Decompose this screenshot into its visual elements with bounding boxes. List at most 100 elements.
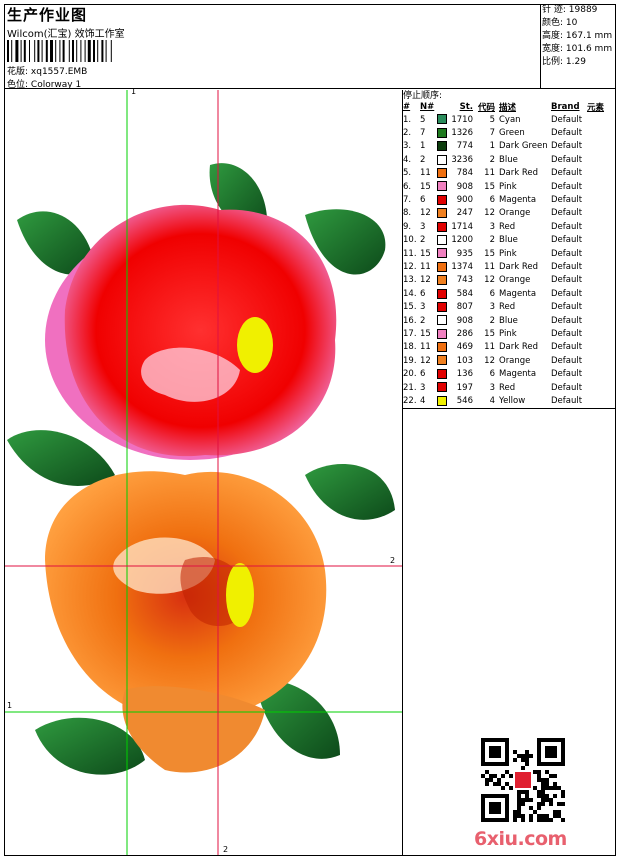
row-index: 5. (403, 168, 412, 179)
row-code: 3 (489, 221, 495, 232)
row-stitches: 1200 (451, 235, 473, 246)
table-row: 20. 6 136 6 Magenta Default (403, 367, 616, 380)
row-index: 1. (403, 114, 412, 125)
row-swatch (437, 140, 451, 153)
row-needle: 3 (420, 221, 426, 232)
row-element (587, 193, 616, 206)
row-brand: Default (551, 275, 583, 286)
red-peony (64, 204, 337, 457)
row-element (587, 260, 616, 273)
color-swatch (437, 368, 447, 379)
color-swatch (437, 261, 447, 272)
row-needle: 6 (420, 195, 426, 206)
row-code: 3 (489, 302, 495, 313)
row-swatch (437, 113, 451, 126)
info-panel: 停止顺序: # N# St. 代码 描述 Brand 元素 1. 5 1710 5 Cy… (403, 90, 616, 855)
row-desc: Blue (499, 315, 518, 326)
row-code: 15 (484, 181, 495, 192)
row-index: 7. (403, 195, 412, 206)
row-stitches: 1374 (451, 261, 473, 272)
row-desc: Yellow (499, 395, 526, 406)
row-swatch (437, 234, 451, 247)
row-index: 13. (403, 275, 417, 286)
guide-marker-left: 1 (7, 701, 13, 710)
table-row: 9. 3 1714 3 Red Default (403, 220, 616, 233)
col-code: 代码 (477, 102, 495, 113)
row-desc: Red (499, 382, 516, 393)
table-row: 7. 6 900 6 Magenta Default (403, 193, 616, 206)
row-stitches: 546 (456, 395, 473, 406)
table-row: 18. 11 469 11 Dark Red Default (403, 341, 616, 354)
row-index: 22. (403, 395, 417, 406)
pattern-label: 花版: (7, 67, 29, 77)
row-index: 11. (403, 248, 417, 259)
row-stitches: 900 (456, 195, 473, 206)
row-code: 3 (489, 382, 495, 393)
row-element (587, 341, 616, 354)
row-stitches: 908 (456, 315, 473, 326)
row-brand: Default (551, 168, 583, 179)
row-element (587, 327, 616, 340)
row-code: 1 (489, 141, 495, 152)
color-swatch (437, 248, 447, 259)
stop-sequence-rows: 1. 5 1710 5 Cyan Default 2. 7 1326 7 Green Default 3… (403, 113, 616, 408)
col-stitches: St. (459, 101, 473, 112)
table-header: # N# St. 代码 描述 Brand 元素 (403, 100, 616, 113)
row-element (587, 140, 616, 153)
row-swatch (437, 341, 451, 354)
embroidery-design (5, 90, 402, 855)
stop-sequence-table: # N# St. 代码 描述 Brand 元素 1. 5 1710 5 Cyan Defa… (403, 100, 616, 408)
row-code: 7 (489, 128, 495, 139)
color-swatch (437, 301, 447, 312)
row-needle: 12 (420, 275, 431, 286)
row-stitches: 584 (456, 288, 473, 299)
table-row: 19. 12 103 12 Orange Default (403, 354, 616, 367)
row-desc: Pink (499, 181, 517, 192)
guide-marker-right: 2 (390, 556, 396, 565)
colorway-line: 色位: Colorway 1 (7, 77, 81, 90)
row-index: 16. (403, 315, 417, 326)
row-needle: 3 (420, 382, 426, 393)
row-needle: 11 (420, 261, 431, 272)
row-needle: 2 (420, 235, 426, 246)
color-swatch (437, 127, 447, 138)
row-needle: 15 (420, 181, 431, 192)
spec-list: 针 迹: 19889 颜色: 10 高度: 167.1 mm 宽度: 101.6… (542, 4, 612, 69)
row-index: 6. (403, 181, 412, 192)
row-element (587, 300, 616, 313)
table-row: 12. 11 1374 11 Dark Red Default (403, 260, 616, 273)
row-element (587, 314, 616, 327)
table-row: 11. 15 935 15 Pink Default (403, 247, 616, 260)
row-desc: Pink (499, 248, 517, 259)
row-element (587, 367, 616, 380)
row-swatch (437, 287, 451, 300)
row-needle: 15 (420, 248, 431, 259)
row-desc: Magenta (499, 288, 537, 299)
company-name: Wilcom(汇宝) 效饰工作室 (7, 29, 125, 40)
barcode-icon (7, 40, 112, 62)
row-index: 9. (403, 221, 412, 232)
row-brand: Default (551, 302, 583, 313)
row-stitches: 136 (456, 369, 473, 380)
col-swatch (437, 100, 451, 113)
row-brand: Default (551, 154, 583, 165)
row-stitches: 286 (456, 328, 473, 339)
row-element (587, 113, 616, 126)
row-swatch (437, 274, 451, 287)
colorway-label: 色位: (7, 80, 29, 90)
row-brand: Default (551, 261, 583, 272)
row-swatch (437, 327, 451, 340)
row-needle: 12 (420, 208, 431, 219)
pattern-line: 花版: xq1557.EMB (7, 64, 87, 77)
row-stitches: 1326 (451, 128, 473, 139)
row-brand: Default (551, 221, 583, 232)
row-index: 21. (403, 382, 417, 393)
row-brand: Default (551, 315, 583, 326)
row-element (587, 220, 616, 233)
row-desc: Orange (499, 355, 531, 366)
color-swatch (437, 395, 447, 406)
row-desc: Magenta (499, 369, 537, 380)
row-swatch (437, 247, 451, 260)
row-desc: Dark Red (499, 342, 539, 353)
row-index: 3. (403, 141, 412, 152)
